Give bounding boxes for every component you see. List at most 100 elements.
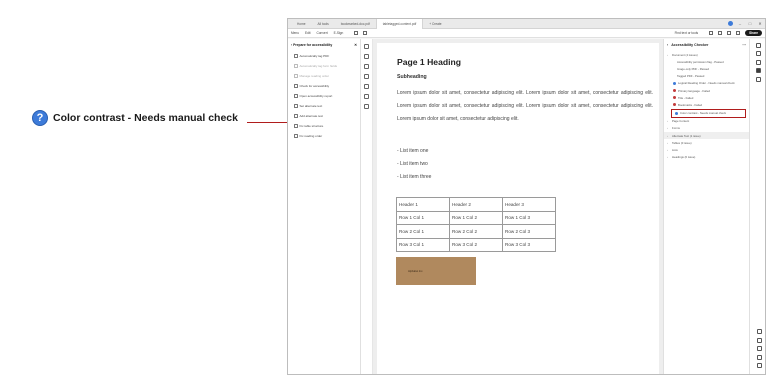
text-tool-icon[interactable] <box>364 84 369 89</box>
left-panel-item-label: Add alternate text <box>299 114 324 118</box>
comment-icon[interactable] <box>756 42 761 48</box>
avatar[interactable] <box>728 21 733 26</box>
checker-row[interactable]: Accessibility permission flag - Passed <box>664 58 749 65</box>
fit-page-icon[interactable] <box>756 346 762 352</box>
left-panel-item-label: Manage reading order <box>299 74 330 78</box>
checker-row[interactable]: Bookmarks - Failed <box>664 101 749 108</box>
tool-icon <box>294 84 298 88</box>
left-panel-item[interactable]: Fix reading order <box>288 131 360 141</box>
checker-row[interactable]: Logical Reading Order - Needs manual che… <box>664 80 749 87</box>
left-panel-item[interactable]: Check for accessibility <box>288 81 360 91</box>
rotate-icon[interactable] <box>756 354 762 360</box>
left-panel-item[interactable]: Open accessibility report <box>288 91 360 101</box>
document-page: Page 1 Heading Subheading Lorem ipsum do… <box>377 43 659 374</box>
select-tool-icon[interactable] <box>364 44 369 49</box>
chevron-right-icon[interactable]: › <box>667 148 670 152</box>
left-panel-title: Prepare for accessibility <box>293 43 333 47</box>
menu-item-edit[interactable]: Edit <box>305 31 311 35</box>
checker-row[interactable]: › Document (4 issues) <box>664 51 749 58</box>
share-button[interactable]: Share <box>745 30 762 36</box>
chevron-right-icon[interactable]: › <box>667 141 670 145</box>
draw-tool-icon[interactable] <box>364 64 369 69</box>
find-text-input[interactable]: Find text or tools <box>675 31 699 35</box>
close-panel-icon[interactable]: ✕ <box>354 43 357 47</box>
table-header-cell: Header 3 <box>502 197 556 212</box>
menu-item-convert[interactable]: Convert <box>316 31 327 35</box>
table-cell: Row 2 Col 2 <box>449 224 503 239</box>
close-icon[interactable]: ✕ <box>755 21 765 26</box>
checker-row-label: Document (4 issues) <box>672 52 698 57</box>
table-cell: Row 3 Col 2 <box>449 237 503 252</box>
tool-icon <box>294 54 298 58</box>
left-panel-item[interactable]: Add alternate text <box>288 111 360 121</box>
checker-row[interactable]: Tagged PDF - Passed <box>664 73 749 80</box>
chevron-right-icon[interactable]: › <box>667 134 670 138</box>
pan-icon[interactable] <box>756 363 762 369</box>
organize-icon[interactable] <box>756 59 761 65</box>
checker-row[interactable]: › Lists <box>664 146 749 153</box>
link-tool-icon[interactable] <box>364 74 369 79</box>
print-icon[interactable] <box>718 31 723 35</box>
create-tab-button[interactable]: + Create <box>423 19 447 29</box>
minimize-icon[interactable]: – <box>735 21 745 26</box>
table-row: Row 2 Col 1 Row 2 Col 2 Row 2 Col 3 <box>396 224 556 239</box>
table-cell: Row 3 Col 3 <box>502 237 556 252</box>
more-options-icon[interactable]: ⋯ <box>742 43 746 47</box>
export-icon[interactable] <box>756 51 761 57</box>
chevron-right-icon[interactable]: › <box>667 126 670 130</box>
chevron-right-icon[interactable]: › <box>667 119 670 123</box>
checker-row-label: Alternate Text (1 issue) <box>672 133 701 138</box>
redo-icon[interactable] <box>363 31 368 35</box>
table-cell: Row 2 Col 1 <box>396 224 450 239</box>
left-panel-item-label: Automatically tag PDF <box>299 54 330 58</box>
collapse-chevron-icon[interactable]: ‹ <box>667 43 668 47</box>
menu-item-menu[interactable]: Menu <box>291 31 299 35</box>
accessibility-checker-panel: ‹ Accessibility Checker ⋯ › Document (4 i… <box>663 39 749 374</box>
checker-row[interactable]: › Tables (0 issue) <box>664 139 749 146</box>
checker-row-color-contrast[interactable]: Color contrast - Needs manual check <box>671 108 746 118</box>
left-panel-item[interactable]: Set alternate text <box>288 101 360 111</box>
left-panel-item[interactable]: Automatically tag form fields <box>288 61 360 71</box>
create-tab-label: + Create <box>429 21 442 26</box>
more-tools-icon[interactable] <box>364 104 369 109</box>
chevron-right-icon[interactable]: › <box>667 53 670 57</box>
checker-row-label: Headings (0 issue) <box>672 155 696 160</box>
question-circle-icon: ? <box>32 110 48 126</box>
stamp-tool-icon[interactable] <box>364 94 369 99</box>
save-icon[interactable] <box>736 31 741 35</box>
checker-row[interactable]: Title - Failed <box>664 94 749 101</box>
checker-row[interactable]: Image-only PDF - Passed <box>664 65 749 72</box>
list-item: - List item three <box>397 174 432 180</box>
tab-all-tools[interactable]: All tools <box>312 19 335 29</box>
zoom-tool-icon[interactable] <box>364 54 369 59</box>
menu-bar: Menu Edit Convert E-Sign Find text or to… <box>288 29 765 38</box>
checker-row-label: Tables (0 issue) <box>672 140 692 145</box>
checker-row[interactable]: › Alternate Text (1 issue) <box>664 132 749 140</box>
left-panel-item[interactable]: Manage reading order <box>288 71 360 81</box>
search-icon[interactable] <box>709 31 714 35</box>
ai-assistant-icon[interactable] <box>727 31 732 35</box>
checker-row[interactable]: › Page Content <box>664 118 749 125</box>
checker-row-label: Color contrast - Needs manual check <box>680 111 727 116</box>
left-panel-item[interactable]: Automatically tag PDF <box>288 51 360 61</box>
document-viewer[interactable]: Page 1 Heading Subheading Lorem ipsum do… <box>373 39 663 374</box>
accessibility-icon[interactable] <box>756 68 761 74</box>
checker-row[interactable]: Primary language - Failed <box>664 87 749 94</box>
tab-document-1[interactable]: bookmarked-doc.pdf <box>335 19 376 29</box>
bookmark-icon[interactable] <box>756 76 761 82</box>
left-panel-item[interactable]: Fix table structure <box>288 121 360 131</box>
checker-row[interactable]: › Headings (0 issue) <box>664 154 749 161</box>
needs-check-icon <box>675 111 678 115</box>
tab-document-2[interactable]: tabletagged-content.pdf <box>375 19 424 29</box>
tab-home[interactable]: Home <box>291 19 312 29</box>
menu-item-esign[interactable]: E-Sign <box>334 31 344 35</box>
failed-icon <box>673 103 676 107</box>
tool-icon <box>294 64 298 68</box>
undo-icon[interactable] <box>354 31 359 35</box>
chevron-right-icon[interactable]: › <box>667 155 670 159</box>
maximize-icon[interactable]: □ <box>745 21 755 26</box>
checker-row[interactable]: › Forms <box>664 125 749 132</box>
zoom-out-icon[interactable] <box>756 337 762 343</box>
zoom-in-icon[interactable] <box>756 329 762 335</box>
checker-row-label: Tagged PDF - Passed <box>677 74 705 79</box>
